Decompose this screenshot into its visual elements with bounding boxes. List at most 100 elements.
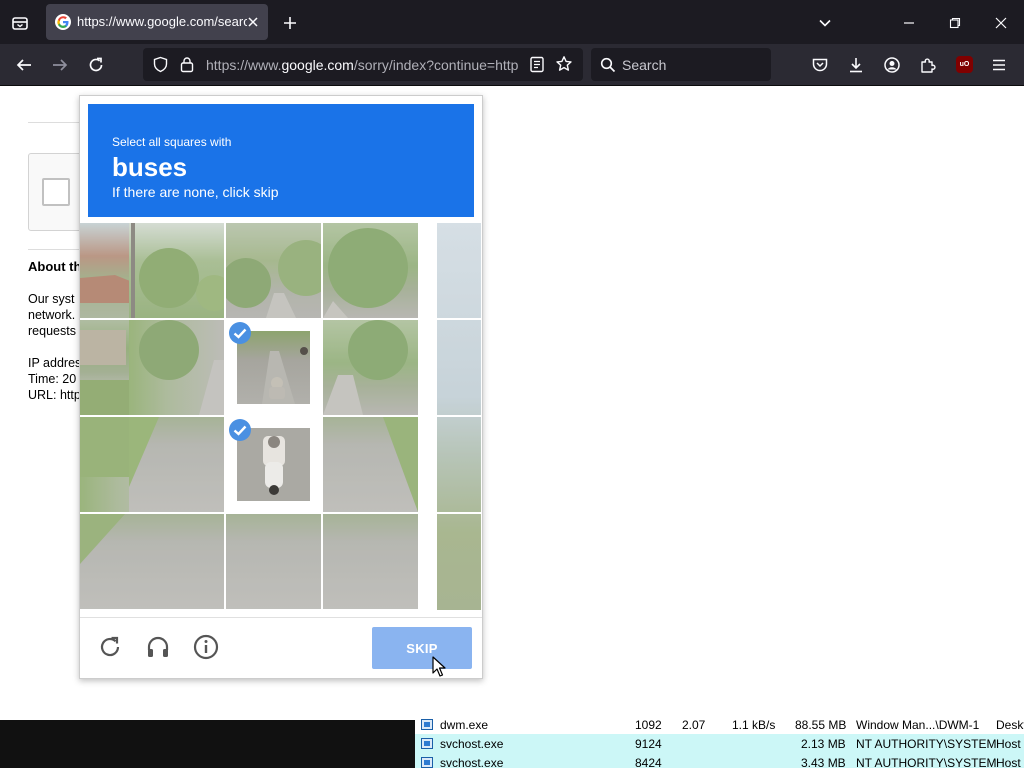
about-heading: About th bbox=[28, 259, 82, 274]
download-icon bbox=[850, 58, 862, 73]
close-window-button[interactable] bbox=[989, 11, 1013, 35]
forward-arrow-icon bbox=[53, 59, 68, 71]
process-user: Window Man...\DWM-1 bbox=[856, 718, 980, 732]
tab-overflow-button[interactable] bbox=[813, 11, 837, 35]
table-row[interactable]: svchost.exe 8424 3.43 MB NT AUTHORITY\SY… bbox=[415, 753, 1024, 768]
process-icon bbox=[421, 719, 433, 730]
captcha-tile-15[interactable] bbox=[226, 514, 321, 609]
task-manager-process-list: dwm.exe 1092 2.07 1.1 kB/s 88.55 MB Wind… bbox=[415, 715, 1024, 768]
captcha-tile-7[interactable] bbox=[226, 320, 321, 415]
reload-button[interactable] bbox=[83, 52, 109, 78]
process-icon bbox=[421, 738, 433, 749]
process-memory: 3.43 MB bbox=[801, 756, 846, 768]
process-network: 1.1 kB/s bbox=[732, 718, 776, 732]
close-tab-button[interactable] bbox=[244, 13, 262, 31]
tile-selected-check-icon bbox=[229, 322, 251, 344]
ublock-origin-icon[interactable]: uO bbox=[956, 56, 973, 73]
process-icon bbox=[421, 757, 433, 768]
process-memory: 2.13 MB bbox=[801, 737, 846, 751]
process-description: Host bbox=[996, 756, 1021, 768]
tracking-protection-shield-icon[interactable] bbox=[152, 56, 169, 73]
audio-icon bbox=[147, 636, 169, 657]
captcha-tile-6[interactable] bbox=[129, 320, 224, 415]
reload-icon bbox=[89, 57, 103, 72]
captcha-tile-4[interactable] bbox=[323, 223, 418, 318]
search-placeholder: Search bbox=[622, 57, 667, 73]
captcha-tile-3[interactable] bbox=[226, 223, 321, 318]
process-description: Deskt bbox=[996, 718, 1024, 732]
desktop-background bbox=[0, 720, 415, 768]
back-button[interactable] bbox=[11, 52, 37, 78]
challenge-instruction: Select all squares with bbox=[112, 135, 232, 149]
minimize-button[interactable] bbox=[897, 11, 921, 35]
plus-icon bbox=[284, 17, 296, 29]
chevron-down-icon bbox=[819, 19, 831, 27]
captcha-tile-2[interactable] bbox=[129, 223, 224, 318]
google-g-icon bbox=[54, 13, 72, 31]
reader-view-icon[interactable] bbox=[529, 56, 545, 73]
process-pid: 1092 bbox=[635, 718, 662, 732]
back-arrow-icon bbox=[16, 59, 31, 71]
next-image-preview bbox=[437, 223, 481, 610]
app-menu-button[interactable] bbox=[986, 52, 1012, 78]
minimize-icon bbox=[904, 22, 914, 24]
lock-icon[interactable] bbox=[179, 56, 195, 73]
page-text-line: IP addres bbox=[28, 356, 82, 370]
captcha-challenge-popup: Select all squares with buses If there a… bbox=[79, 95, 483, 679]
tile-selected-check-icon bbox=[229, 419, 251, 441]
tab-strip: https://www.google.com/search?q= bbox=[0, 0, 1024, 44]
new-challenge-button[interactable] bbox=[94, 631, 126, 663]
audio-challenge-button[interactable] bbox=[142, 631, 174, 663]
captcha-tile-8[interactable] bbox=[323, 320, 418, 415]
table-row[interactable]: svchost.exe 9124 2.13 MB NT AUTHORITY\SY… bbox=[415, 734, 1024, 753]
process-name: dwm.exe bbox=[440, 718, 489, 732]
process-name: svchost.exe bbox=[440, 756, 504, 768]
process-description: Host bbox=[996, 737, 1021, 751]
search-icon bbox=[600, 57, 616, 73]
account-button[interactable] bbox=[879, 52, 905, 78]
footer-divider bbox=[80, 617, 482, 618]
extensions-button[interactable] bbox=[915, 52, 941, 78]
table-row[interactable]: dwm.exe 1092 2.07 1.1 kB/s 88.55 MB Wind… bbox=[415, 715, 1024, 734]
reload-icon bbox=[100, 636, 120, 657]
list-all-tabs-button[interactable] bbox=[8, 11, 32, 35]
recaptcha-checkbox[interactable] bbox=[42, 178, 70, 206]
process-name: svchost.exe bbox=[440, 737, 504, 751]
process-user: NT AUTHORITY\SYSTEM bbox=[856, 737, 997, 751]
challenge-header: Select all squares with buses If there a… bbox=[88, 104, 474, 217]
page-text-line: Time: 20 bbox=[28, 372, 77, 386]
process-pid: 8424 bbox=[635, 756, 662, 768]
navigation-toolbar: https://www.google.com/sorry/index?conti… bbox=[0, 44, 1024, 86]
captcha-tile-16[interactable] bbox=[323, 514, 418, 609]
captcha-tile-10[interactable] bbox=[129, 417, 224, 512]
forward-button[interactable] bbox=[47, 52, 73, 78]
close-icon bbox=[995, 17, 1007, 29]
page-text-line: Our syst bbox=[28, 292, 75, 306]
restore-button[interactable] bbox=[943, 11, 967, 35]
new-tab-button[interactable] bbox=[278, 11, 302, 35]
bookmark-star-icon[interactable] bbox=[555, 55, 573, 73]
process-memory: 88.55 MB bbox=[795, 718, 847, 732]
account-icon bbox=[884, 57, 900, 73]
url-bar[interactable]: https://www.google.com/sorry/index?conti… bbox=[143, 48, 583, 81]
tab-list-icon bbox=[12, 17, 28, 30]
page-text-line: network. bbox=[28, 308, 76, 322]
search-bar[interactable]: Search bbox=[591, 48, 771, 81]
skip-button[interactable]: SKIP bbox=[372, 627, 472, 669]
captcha-tile-grid bbox=[80, 223, 420, 611]
captcha-tile-12[interactable] bbox=[323, 417, 418, 512]
hamburger-menu-icon bbox=[993, 59, 1005, 71]
captcha-tile-11[interactable] bbox=[226, 417, 321, 512]
process-pid: 9124 bbox=[635, 737, 662, 751]
process-cpu: 2.07 bbox=[682, 718, 706, 732]
process-user: NT AUTHORITY\SYSTEM bbox=[856, 756, 997, 768]
browser-tab[interactable]: https://www.google.com/search?q= bbox=[46, 4, 268, 40]
restore-icon bbox=[949, 17, 961, 29]
captcha-tile-14[interactable] bbox=[129, 514, 224, 609]
help-button[interactable] bbox=[190, 631, 222, 663]
mouse-cursor-icon bbox=[432, 656, 446, 677]
downloads-button[interactable] bbox=[843, 52, 869, 78]
url-text[interactable]: https://www.google.com/sorry/index?conti… bbox=[206, 57, 518, 73]
pocket-button[interactable] bbox=[807, 52, 833, 78]
challenge-target: buses bbox=[112, 152, 188, 182]
